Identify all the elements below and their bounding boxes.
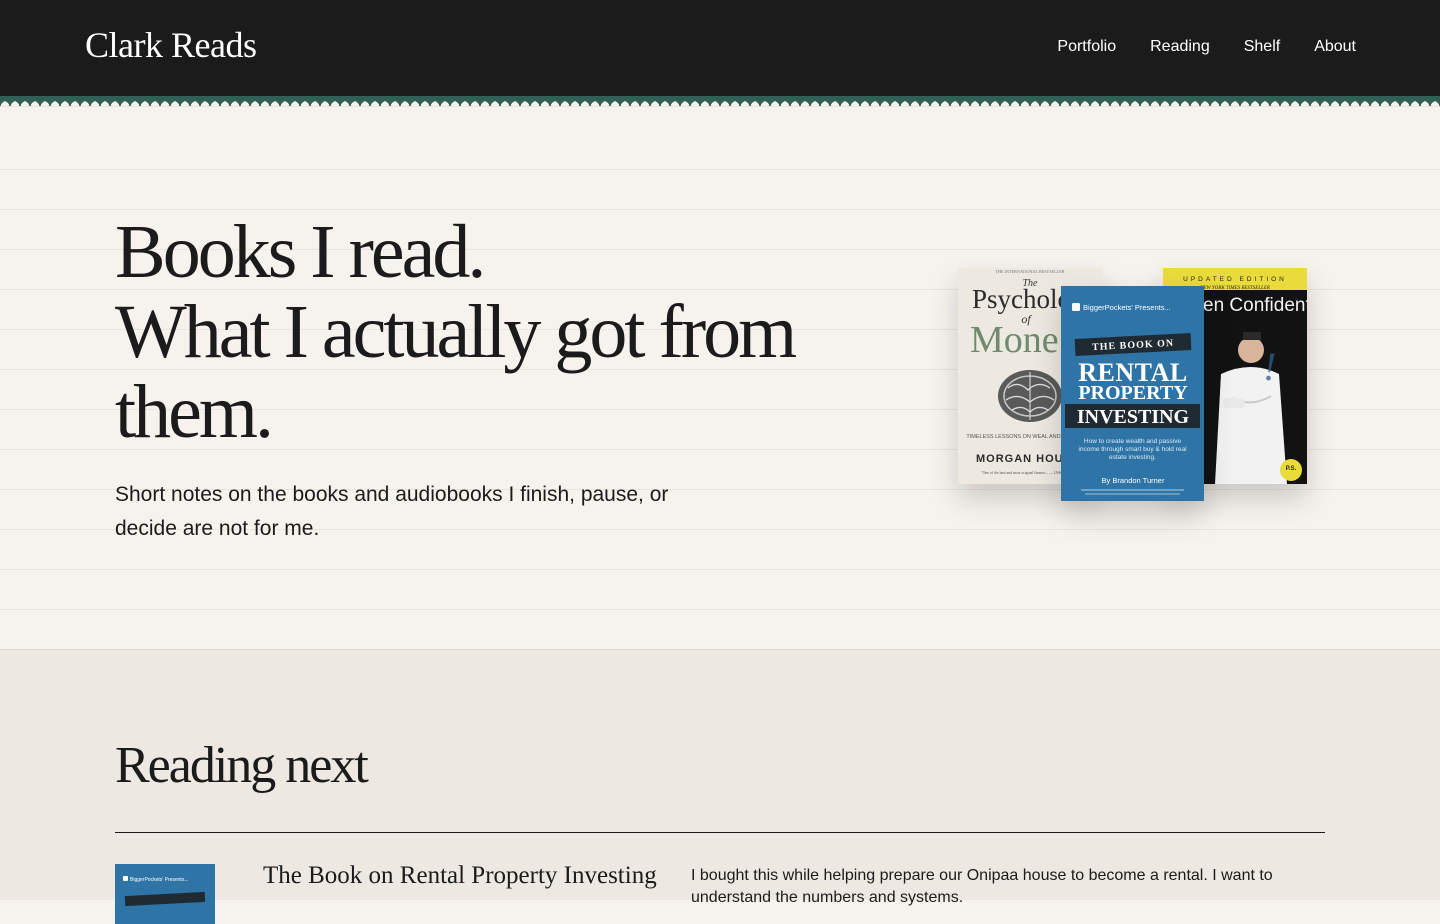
scallop-divider <box>0 96 1440 106</box>
book-cover-stack: THE INTERNATIONAL BESTSELLER The Psychol… <box>958 268 1310 504</box>
rental-thumbnail-art: BiggerPockets' Presents... <box>115 864 215 924</box>
site-brand[interactable]: Clark Reads <box>85 24 257 66</box>
rental-desc: How to create wealth and passive income … <box>1078 438 1187 461</box>
hero-subtitle: Short notes on the books and audiobooks … <box>115 483 669 540</box>
psych-title-a: Psycholo <box>972 284 1071 314</box>
section-divider <box>115 832 1325 833</box>
nav-link-about[interactable]: About <box>1314 38 1356 56</box>
reading-next-section: Reading next BiggerPockets' Presents... … <box>0 649 1440 924</box>
hero-title: Books I read. What I actually got from t… <box>115 212 835 452</box>
nav-link-reading[interactable]: Reading <box>1150 38 1210 56</box>
reading-next-heading: Reading next <box>115 737 369 794</box>
scallop-pattern <box>0 96 1440 106</box>
kitchen-bestseller: NEW YORK TIMES BESTSELLER <box>1199 286 1270 291</box>
rental-author: By Brandon Turner <box>1102 476 1165 485</box>
rental-cover-art: BiggerPockets' Presents... THE BOOK ON R… <box>1061 286 1204 501</box>
kitchen-script: ! <box>1263 344 1276 389</box>
hero-title-line-2: What I actually got from <box>115 290 797 374</box>
hero-title-line-3: them. <box>115 370 274 454</box>
brain-icon <box>998 370 1062 422</box>
rental-line-3: INVESTING <box>1077 406 1190 428</box>
site-header: Clark Reads Portfolio Reading Shelf Abou… <box>0 0 1440 96</box>
kitchen-ps: P.S. <box>1286 466 1297 472</box>
book-thumbnail[interactable]: BiggerPockets' Presents... <box>115 864 215 924</box>
rental-line-2: PROPERTY <box>1078 382 1188 404</box>
nav-link-portfolio[interactable]: Portfolio <box>1057 38 1116 56</box>
psych-title-b: Mone <box>970 319 1059 361</box>
cover-rental-property-investing[interactable]: BiggerPockets' Presents... THE BOOK ON R… <box>1061 286 1204 501</box>
nav-link-shelf[interactable]: Shelf <box>1244 38 1280 56</box>
biggerpockets-logo-icon <box>1072 303 1080 311</box>
psych-author: MORGAN HOU <box>976 453 1064 465</box>
hero-section: Books I read. What I actually got from t… <box>0 106 1440 649</box>
rental-publisher: BiggerPockets' Presents... <box>1083 303 1171 312</box>
book-note: I bought this while helping prepare our … <box>691 867 1273 906</box>
book-title[interactable]: The Book on Rental Property Investing <box>263 862 657 890</box>
psych-tagline: THE INTERNATIONAL BESTSELLER <box>995 269 1064 274</box>
thumb-logo-icon <box>123 876 128 881</box>
kitchen-title: en Confidential <box>1203 295 1307 316</box>
hero-title-line-1: Books I read. <box>115 210 486 294</box>
kitchen-edition: UPDATED EDITION <box>1183 276 1287 283</box>
thumb-publisher: BiggerPockets' Presents... <box>130 877 188 883</box>
main-nav: Portfolio Reading Shelf About <box>1057 38 1356 56</box>
